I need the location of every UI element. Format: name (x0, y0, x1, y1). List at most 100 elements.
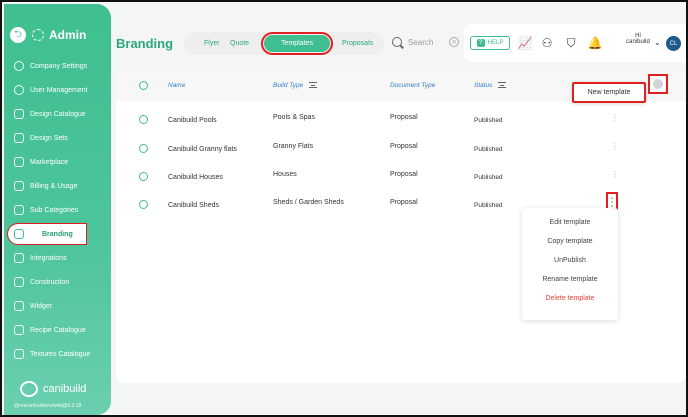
new-template-button[interactable]: New template (572, 82, 646, 103)
menu-edit-template[interactable]: Edit template (522, 219, 618, 226)
filter-icon[interactable] (309, 82, 318, 89)
sidebar-item-marketplace[interactable]: Marketplace (4, 150, 111, 174)
search-box[interactable]: Search × (392, 37, 460, 47)
back-icon[interactable]: ⮌ (10, 27, 26, 43)
folder-icon (14, 229, 24, 239)
cell-name: Canibuild Sheds (168, 202, 219, 209)
top-toolbar: ? HELP 📈 ⚇ ⛉ 🔔 Hi canibuild ⌄ CL (464, 24, 686, 62)
globe-icon (14, 61, 24, 71)
folder-icon (14, 301, 24, 311)
sidebar-item-textures-catalogue[interactable]: Textures Catalogue (4, 342, 111, 366)
sidebar-item-integrations[interactable]: Integrations (4, 246, 111, 270)
logo-icon (20, 381, 38, 397)
sidebar-item-label: Textures Catalogue (30, 350, 91, 358)
help-button[interactable]: ? HELP (470, 36, 510, 50)
column-document-type[interactable]: Document Type (390, 82, 435, 89)
sidebar-item-sub-categories[interactable]: Sub Categories (4, 198, 111, 222)
cell-status: Published (474, 202, 503, 209)
search-icon (392, 37, 402, 47)
user-name: canibuild (626, 39, 650, 45)
row-radio[interactable] (139, 172, 148, 181)
sidebar-item-label: Sub Categories (30, 206, 79, 214)
menu-copy-template[interactable]: Copy template (522, 238, 618, 245)
cell-document-type: Proposal (390, 143, 418, 150)
select-all-radio[interactable] (139, 81, 148, 90)
bell-icon[interactable]: 🔔 (588, 36, 603, 50)
people-icon[interactable]: ⚇ (540, 36, 554, 50)
row-radio[interactable] (139, 200, 148, 209)
tab-bar: Flyer Quote Templates Proposals (184, 32, 384, 55)
cell-name: Canibuild Granny flats (168, 146, 237, 153)
sidebar-item-label: Design Sets (30, 134, 68, 142)
menu-delete-template[interactable]: Delete template (522, 295, 618, 302)
folder-icon (14, 325, 24, 335)
bookmark-icon[interactable]: ⛉ (564, 36, 578, 50)
sidebar-item-user-management[interactable]: User Management (4, 78, 111, 102)
clear-icon[interactable]: × (449, 37, 460, 47)
sidebar-item-design-sets[interactable]: Design Sets (4, 126, 111, 150)
brand-logo: canibuild (20, 381, 86, 397)
sidebar-item-label: Widget (30, 302, 52, 310)
cell-document-type: Proposal (390, 171, 418, 178)
sidebar-nav: Company Settings User Management Design … (4, 54, 111, 366)
column-label: Status (474, 82, 493, 89)
menu-rename-template[interactable]: Rename template (522, 276, 618, 283)
filter-icon[interactable] (498, 82, 507, 89)
cell-name: Canibuild Houses (168, 174, 223, 181)
add-template-toggle[interactable] (648, 74, 668, 94)
gear-icon (32, 29, 44, 41)
page-title: Branding (116, 36, 174, 51)
folder-icon (14, 349, 24, 359)
sidebar-item-design-catalogue[interactable]: Design Catalogue (4, 102, 111, 126)
users-icon (14, 85, 24, 95)
menu-unpublish[interactable]: UnPublish (522, 257, 618, 264)
sidebar-item-construction[interactable]: Construction (4, 270, 111, 294)
construction-icon (14, 277, 24, 287)
cell-name: Canibuild Pools (168, 117, 217, 124)
column-build-type[interactable]: Build Type (273, 82, 318, 89)
row-radio[interactable] (139, 144, 148, 153)
row-menu-icon[interactable]: ⋮ (611, 143, 619, 151)
sidebar-item-label: Company Settings (30, 62, 88, 70)
cell-status: Published (474, 174, 503, 181)
cell-build-type: Houses (273, 171, 297, 178)
sidebar-header: ⮌ Admin (10, 24, 86, 46)
sidebar-item-widget[interactable]: Widget (4, 294, 111, 318)
row-menu-icon[interactable]: ⋮ (611, 171, 619, 179)
app-version: @rescanbuilders/web@9.2.18 (14, 403, 82, 409)
cell-build-type: Granny Flats (273, 143, 314, 150)
cell-status: Published (474, 146, 503, 153)
sidebar-item-branding[interactable]: Branding (4, 222, 111, 246)
column-label: Build Type (273, 82, 304, 89)
sidebar-item-billing[interactable]: Billing & Usage (4, 174, 111, 198)
column-name[interactable]: Name (168, 82, 185, 89)
sidebar-item-label: Design Catalogue (30, 110, 86, 118)
column-status[interactable]: Status (474, 82, 507, 89)
integrations-icon (14, 253, 24, 263)
tab-proposals[interactable]: Proposals (338, 40, 377, 47)
sidebar-item-label: Marketplace (30, 158, 69, 166)
folder-icon (14, 205, 24, 215)
avatar[interactable]: CL (666, 36, 681, 51)
search-input[interactable]: Search (408, 38, 433, 47)
chart-icon[interactable]: 📈 (518, 36, 533, 50)
cell-build-type: Pools & Spas (273, 114, 316, 121)
shield-icon (14, 181, 24, 191)
cell-document-type: Proposal (390, 114, 418, 121)
sidebar-item-label: Billing & Usage (30, 182, 78, 190)
row-menu-icon[interactable]: ⋮ (611, 114, 619, 122)
cell-document-type: Proposal (390, 199, 418, 206)
logo-text: canibuild (43, 383, 87, 395)
sidebar-item-label: Recipe Catalogue (30, 326, 86, 334)
row-radio[interactable] (139, 115, 148, 124)
tab-quote[interactable]: Quote (226, 40, 253, 47)
cell-status: Published (474, 117, 503, 124)
sidebar-item-company-settings[interactable]: Company Settings (4, 54, 111, 78)
tab-flyer[interactable]: Flyer (200, 40, 224, 47)
sidebar-item-recipe-catalogue[interactable]: Recipe Catalogue (4, 318, 111, 342)
help-icon: ? (476, 39, 485, 47)
tab-templates[interactable]: Templates (261, 32, 333, 55)
sidebar-item-label: Branding (42, 230, 73, 238)
chevron-down-icon[interactable]: ⌄ (654, 38, 661, 47)
catalogue-icon (14, 109, 24, 119)
